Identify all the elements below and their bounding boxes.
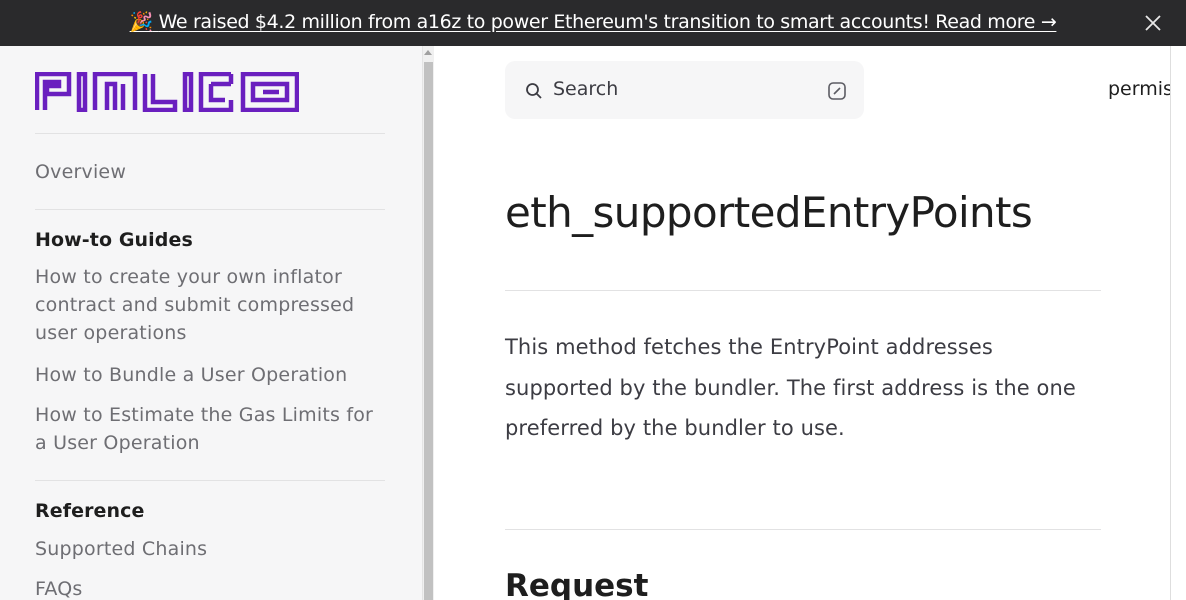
sidebar-heading-how-to-guides: How-to Guides — [35, 229, 193, 251]
search-label: Search — [553, 78, 619, 100]
announcement-text: We raised $4.2 million from a16z to powe… — [158, 11, 1057, 33]
sidebar-item-faqs[interactable]: FAQs — [35, 575, 395, 600]
divider — [35, 480, 385, 481]
sidebar: Overview How-to Guides How to create you… — [0, 46, 422, 600]
sidebar-item-overview[interactable]: Overview — [35, 158, 395, 186]
section-divider — [505, 529, 1101, 530]
nav-item-partial[interactable]: permis — [1108, 78, 1173, 100]
title-divider — [505, 290, 1101, 291]
close-icon[interactable] — [1143, 13, 1163, 33]
scroll-up-arrow-icon[interactable] — [424, 50, 432, 55]
page-edge — [1170, 46, 1186, 600]
sidebar-item-supported-chains[interactable]: Supported Chains — [35, 535, 395, 563]
search-icon — [526, 83, 542, 99]
sidebar-item-estimate-gas[interactable]: How to Estimate the Gas Limits for a Use… — [35, 401, 391, 457]
party-popper-icon: 🎉 — [129, 11, 154, 33]
sidebar-heading-reference: Reference — [35, 500, 145, 522]
request-heading: Request — [505, 568, 649, 600]
page-title: eth_supportedEntryPoints — [505, 188, 1033, 237]
keyboard-shortcut-icon — [828, 82, 846, 100]
pimlico-logo[interactable] — [35, 72, 299, 112]
announcement-banner: 🎉 We raised $4.2 million from a16z to po… — [0, 0, 1186, 46]
sidebar-scrollbar-thumb[interactable] — [424, 62, 433, 600]
sidebar-item-bundle[interactable]: How to Bundle a User Operation — [35, 361, 395, 389]
sidebar-item-inflator[interactable]: How to create your own inflator contract… — [35, 263, 391, 347]
divider — [35, 133, 385, 134]
divider — [35, 209, 385, 210]
method-description: This method fetches the EntryPoint addre… — [505, 335, 1076, 440]
announcement-link[interactable]: 🎉 We raised $4.2 million from a16z to po… — [0, 10, 1186, 33]
